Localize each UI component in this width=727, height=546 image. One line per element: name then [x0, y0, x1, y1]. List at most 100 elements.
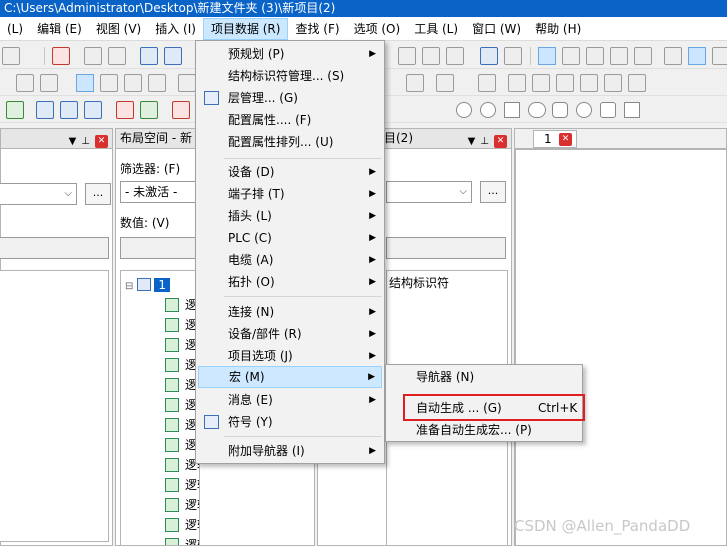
- forward-arrow-icon[interactable]: [504, 47, 522, 65]
- layer-up-icon[interactable]: [580, 74, 598, 92]
- back-arrow-icon[interactable]: [480, 47, 498, 65]
- rounded-rect-icon[interactable]: [600, 102, 616, 118]
- menu-item-extra-navigators[interactable]: 附加导航器 (I) ▶: [198, 440, 382, 462]
- close-icon[interactable]: ✕: [559, 133, 572, 146]
- tree-root[interactable]: ⊟ 1: [125, 275, 171, 295]
- grid-toggle-icon[interactable]: [478, 74, 496, 92]
- circle-shape-icon[interactable]: [456, 102, 472, 118]
- document-tab[interactable]: 1 ✕: [533, 130, 577, 148]
- grid-a-icon[interactable]: [538, 47, 556, 65]
- redo-icon[interactable]: [164, 47, 182, 65]
- connector-icon[interactable]: [178, 74, 196, 92]
- grid-icon[interactable]: [664, 47, 682, 65]
- dropdown-icon[interactable]: ▼: [468, 132, 476, 148]
- tree-item[interactable]: 逻辑组件: [165, 495, 199, 515]
- insert-plug-icon[interactable]: [116, 101, 134, 119]
- place-part-icon[interactable]: [84, 101, 102, 119]
- delete-selection-icon[interactable]: [52, 47, 70, 65]
- menu-item-config-arrangement[interactable]: 配置属性排列... (U): [198, 131, 382, 153]
- project-filter-button[interactable]: ...: [480, 181, 506, 203]
- menu-help[interactable]: 帮助 (H): [528, 18, 588, 40]
- document-canvas[interactable]: [515, 149, 727, 546]
- close-icon[interactable]: ✕: [494, 135, 507, 148]
- menu-view[interactable]: 视图 (V): [89, 18, 148, 40]
- ungroup-icon[interactable]: [532, 74, 550, 92]
- page-icon[interactable]: [2, 47, 20, 65]
- structure-id-item[interactable]: 结构标识符: [389, 273, 449, 293]
- menu-item-terminal-strips[interactable]: 端子排 (T) ▶: [198, 183, 382, 205]
- menu-edit[interactable]: 编辑 (E): [30, 18, 89, 40]
- grid-e-icon[interactable]: [634, 47, 652, 65]
- octagon-shape-icon[interactable]: [576, 102, 592, 118]
- value-field[interactable]: [120, 237, 200, 259]
- project-filter-combo[interactable]: ⌵: [386, 181, 472, 203]
- pin-icon[interactable]: ⊥: [81, 132, 90, 148]
- menu-item-connections[interactable]: 连接 (N) ▶: [198, 301, 382, 323]
- frame-shape-icon[interactable]: [624, 102, 640, 118]
- left-value-field[interactable]: [0, 237, 109, 259]
- align-icon[interactable]: [406, 74, 424, 92]
- menu-item-structure-id[interactable]: 结构标识符管理... (S): [198, 65, 382, 87]
- left-filter-button[interactable]: ...: [85, 183, 111, 205]
- device-icon[interactable]: [100, 74, 118, 92]
- menu-item-macros[interactable]: 宏 (M) ▶: [198, 366, 382, 388]
- brush-icon[interactable]: [84, 47, 102, 65]
- menu-item-devices[interactable]: 设备 (D) ▶: [198, 161, 382, 183]
- menu-item-symbols[interactable]: 符号 (Y): [198, 411, 382, 433]
- grid-c-icon[interactable]: [586, 47, 604, 65]
- tree-item[interactable]: 逻辑组件: [165, 515, 199, 535]
- menu-project-data[interactable]: 项目数据 (R): [202, 17, 289, 40]
- more-grid-icon[interactable]: [712, 47, 727, 65]
- arrange-icon[interactable]: [556, 74, 574, 92]
- zoom-in-icon[interactable]: [398, 47, 416, 65]
- paste-format-icon[interactable]: [40, 74, 58, 92]
- left-filter-combo[interactable]: ⌵: [0, 183, 77, 205]
- submenu-item-navigator[interactable]: 导航器 (N): [388, 366, 580, 388]
- ellipse-shape-icon[interactable]: [528, 102, 546, 118]
- remove-connection-icon[interactable]: [172, 101, 190, 119]
- filter-combo[interactable]: - 未激活 -: [120, 181, 200, 203]
- menu-item-config-properties[interactable]: 配置属性.... (F): [198, 109, 382, 131]
- undo-icon[interactable]: [140, 47, 158, 65]
- polygon-shape-icon[interactable]: [552, 102, 568, 118]
- menu-item-plc[interactable]: PLC (C) ▶: [198, 227, 382, 249]
- grid-b-icon[interactable]: [562, 47, 580, 65]
- place-symbol-icon[interactable]: [36, 101, 54, 119]
- menu-item-plugs[interactable]: 插头 (L) ▶: [198, 205, 382, 227]
- copy-format-icon[interactable]: [16, 74, 34, 92]
- menu-item-topology[interactable]: 拓扑 (O) ▶: [198, 271, 382, 293]
- menu-item-cables[interactable]: 电缆 (A) ▶: [198, 249, 382, 271]
- menu-tools[interactable]: 工具 (L): [407, 18, 465, 40]
- close-icon[interactable]: ✕: [95, 135, 108, 148]
- pin-icon[interactable]: ⊥: [480, 132, 489, 148]
- menu-item-layer-management[interactable]: 层管理... (G): [198, 87, 382, 109]
- rectangle-shape-icon[interactable]: [504, 102, 520, 118]
- menu-l[interactable]: (L): [0, 18, 30, 40]
- project-value-field[interactable]: [386, 237, 506, 259]
- tree-item[interactable]: 逻辑组件: [165, 535, 199, 545]
- grid-d-icon[interactable]: [610, 47, 628, 65]
- zoom-100-icon[interactable]: [446, 47, 464, 65]
- menu-find[interactable]: 查找 (F): [288, 18, 346, 40]
- text-icon[interactable]: [436, 74, 454, 92]
- check-device-icon[interactable]: [76, 74, 94, 92]
- snap-grid-icon[interactable]: [688, 47, 706, 65]
- device-list-icon[interactable]: [148, 74, 166, 92]
- eraser-icon[interactable]: [108, 47, 126, 65]
- menu-options[interactable]: 选项 (O): [347, 18, 408, 40]
- menu-item-device-parts[interactable]: 设备/部件 (R) ▶: [198, 323, 382, 345]
- place-device-icon[interactable]: [60, 101, 78, 119]
- menu-item-preplanning[interactable]: 预规划 (P) ▶: [198, 43, 382, 65]
- ring-shape-icon[interactable]: [480, 102, 496, 118]
- menu-insert[interactable]: 插入 (I): [148, 18, 203, 40]
- device-alt-icon[interactable]: [124, 74, 142, 92]
- collapse-icon[interactable]: ⊟: [125, 281, 137, 292]
- layout-tree[interactable]: ⊟ 1 逻辑组件 逻辑组件 逻辑组件 逻辑组件 逻辑组件 逻辑组件 逻辑组件 逻…: [120, 270, 200, 546]
- menu-window[interactable]: 窗口 (W): [465, 18, 528, 40]
- menu-item-messages[interactable]: 消息 (E) ▶: [198, 389, 382, 411]
- menu-item-project-options[interactable]: 项目选项 (J) ▶: [198, 345, 382, 367]
- properties-icon[interactable]: [628, 74, 646, 92]
- insert-terminal-icon[interactable]: [140, 101, 158, 119]
- group-icon[interactable]: [508, 74, 526, 92]
- left-tree[interactable]: [0, 270, 109, 542]
